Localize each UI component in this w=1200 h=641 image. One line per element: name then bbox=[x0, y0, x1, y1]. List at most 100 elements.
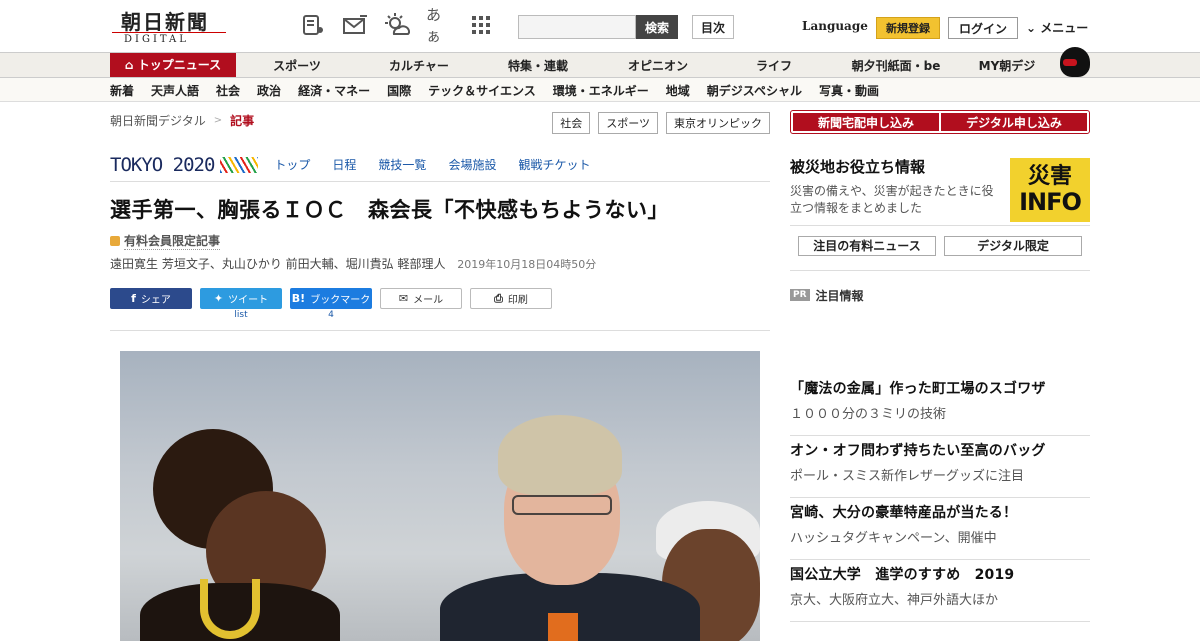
facebook-label: シェア bbox=[140, 295, 171, 306]
pr-item[interactable]: 宮崎、大分の豪華特産品が当たる！ ハッシュタグキャンペーン、開催中 bbox=[790, 498, 1090, 560]
nav-item-opinion[interactable]: オピニオン bbox=[596, 57, 720, 74]
nav-item-my-asadigi[interactable]: MY朝デジ bbox=[964, 57, 1050, 74]
hatena-count[interactable]: 4 bbox=[290, 310, 372, 322]
olympic-link-venues[interactable]: 会場施設 bbox=[448, 156, 496, 173]
pr-item-title: 宮崎、大分の豪華特産品が当たる！ bbox=[790, 505, 1018, 521]
menu-label: メニュー bbox=[1040, 21, 1089, 35]
nav2-item-special[interactable]: 朝デジスペシャル bbox=[707, 82, 802, 99]
nav2-item-economy[interactable]: 経済・マネー bbox=[298, 82, 370, 99]
pr-item[interactable]: 国公立大学 進学のすすめ 2019 京大、大阪府立大、神戸外語大ほか bbox=[790, 560, 1090, 622]
pr-item-subtitle: １０００分の３ミリの技術 bbox=[790, 407, 947, 422]
nav2-item-international[interactable]: 国際 bbox=[387, 82, 411, 99]
nav2-item-latest[interactable]: 新着 bbox=[110, 82, 134, 99]
twitter-share-button[interactable]: ✦ ツイート bbox=[200, 288, 282, 309]
byline: 遠田寛生 芳垣文子、丸山ひかり 前田大輔、堀川貴弘 軽部理人 2019年10月1… bbox=[110, 255, 770, 272]
menu-button[interactable]: ⌄ メニュー bbox=[1026, 19, 1088, 36]
article-photo bbox=[120, 351, 760, 641]
nav2-item-society[interactable]: 社会 bbox=[216, 82, 240, 99]
toc-button[interactable]: 目次 bbox=[692, 15, 734, 39]
olympic-link-top[interactable]: トップ bbox=[274, 156, 310, 173]
tag-sports[interactable]: スポーツ bbox=[598, 112, 658, 134]
print-button[interactable]: ⎙ 印刷 bbox=[470, 288, 552, 309]
tag-tokyo-olympics[interactable]: 東京オリンピック bbox=[666, 112, 770, 134]
nav-item-features[interactable]: 特集・連載 bbox=[480, 57, 596, 74]
nav2-item-tech[interactable]: テック＆サイエンス bbox=[428, 82, 536, 99]
twitter-icon: ✦ bbox=[213, 292, 224, 305]
secondary-nav: 新着 天声人語 社会 政治 経済・マネー 国際 テック＆サイエンス 環境・エネル… bbox=[0, 78, 1200, 102]
pr-list: 「魔法の金属」作った町工場のスゴワザ １０００分の３ミリの技術 オン・オフ問わず… bbox=[790, 374, 1090, 622]
nav-item-sports[interactable]: スポーツ bbox=[236, 57, 358, 74]
primary-nav: ⌂ トップニュース スポーツ カルチャー 特集・連載 オピニオン ライフ 朝夕刊… bbox=[0, 47, 1200, 78]
grid-icon[interactable] bbox=[468, 12, 494, 38]
divider bbox=[110, 330, 770, 331]
logo-japanese: 朝日新聞 bbox=[121, 10, 209, 34]
lock-icon bbox=[110, 236, 120, 246]
nav2-item-tenseijingo[interactable]: 天声人語 bbox=[151, 82, 199, 99]
disaster-info-badge: 災害 INFO bbox=[1010, 158, 1090, 222]
pr-item[interactable]: オン・オフ問わず持ちたい至高のバッグ ポール・スミス新作レザーグッズに注目 bbox=[790, 436, 1090, 498]
search-input[interactable] bbox=[518, 15, 636, 39]
tag-society[interactable]: 社会 bbox=[552, 112, 591, 134]
kana-icon[interactable]: あぁ bbox=[426, 6, 452, 45]
language-link[interactable]: Language bbox=[802, 19, 868, 33]
pr-item-title: オン・オフ問わず持ちたい至高のバッグ bbox=[790, 443, 1046, 459]
pr-item-title: 「魔法の金属」作った町工場のスゴワザ bbox=[790, 381, 1046, 397]
photo-figure bbox=[548, 613, 578, 641]
disaster-info-block[interactable]: 被災地お役立ち情報 災害の備えや、災害が起きたときに役立つ情報をまとめました 災… bbox=[790, 156, 1090, 226]
disaster-badge-top: 災害 bbox=[1027, 164, 1072, 189]
pr-header: PR 注目情報 bbox=[790, 285, 1090, 305]
disaster-badge-bottom: INFO bbox=[1019, 188, 1082, 216]
hatena-icon: B! bbox=[291, 292, 306, 305]
site-header: 朝日新聞 DIGITAL あぁ 検索 目次 Language 新規登録 ログイン… bbox=[0, 0, 1200, 52]
nav-item-paper[interactable]: 朝夕刊紙面・be bbox=[828, 57, 964, 74]
mail-share-button[interactable]: ✉ メール bbox=[380, 288, 462, 309]
search-button[interactable]: 検索 bbox=[636, 15, 678, 39]
sidebar-links: 注目の有料ニュース デジタル限定 bbox=[790, 236, 1090, 256]
nav-item-life[interactable]: ライフ bbox=[720, 57, 828, 74]
member-only-badge[interactable]: 有料会員限定記事 bbox=[110, 232, 770, 250]
olympic-link-tickets[interactable]: 観戦チケット bbox=[518, 156, 590, 173]
member-only-label: 有料会員限定記事 bbox=[124, 234, 221, 250]
nav2-item-politics[interactable]: 政治 bbox=[257, 82, 281, 99]
divider bbox=[790, 270, 1090, 271]
mail-icon[interactable] bbox=[342, 12, 368, 38]
paid-news-link[interactable]: 注目の有料ニュース bbox=[798, 236, 936, 256]
hatena-label: ブックマーク bbox=[310, 295, 371, 306]
nav2-item-environment[interactable]: 環境・エネルギー bbox=[553, 82, 649, 99]
login-button[interactable]: ログイン bbox=[948, 17, 1018, 39]
breadcrumb-home[interactable]: 朝日新聞デジタル bbox=[110, 112, 206, 129]
print-icon: ⎙ bbox=[494, 291, 503, 305]
nav-item-culture[interactable]: カルチャー bbox=[358, 57, 480, 74]
nav2-item-photo[interactable]: 写真・動画 bbox=[819, 82, 879, 99]
weather-icon[interactable] bbox=[384, 12, 410, 38]
subscribe-digital-button[interactable]: デジタル申し込み bbox=[941, 113, 1087, 131]
hatena-bookmark-button[interactable]: B! ブックマーク bbox=[290, 288, 372, 309]
tokyo2020-logo[interactable]: TOKYO 2020 bbox=[110, 154, 215, 176]
home-icon: ⌂ bbox=[124, 58, 134, 72]
twitter-count[interactable]: list bbox=[200, 310, 282, 322]
tool-icons: あぁ bbox=[300, 6, 494, 45]
pr-item-subtitle: ポール・スミス新作レザーグッズに注目 bbox=[790, 469, 1025, 484]
signup-button[interactable]: 新規登録 bbox=[876, 17, 940, 39]
logo-english: DIGITAL bbox=[124, 34, 189, 45]
font-size-icon[interactable] bbox=[300, 12, 326, 38]
mail-label: メール bbox=[413, 295, 444, 306]
nav-item-top-news[interactable]: ⌂ トップニュース bbox=[110, 53, 236, 77]
subscribe-paper-button[interactable]: 新聞宅配申し込み bbox=[793, 113, 939, 131]
authors: 遠田寛生 芳垣文子、丸山ひかり 前田大輔、堀川貴弘 軽部理人 bbox=[110, 257, 446, 271]
share-bar: f シェア ✦ ツイート B! ブックマーク ✉ メール ⎙ 印刷 bbox=[110, 288, 770, 310]
facebook-share-button[interactable]: f シェア bbox=[110, 288, 192, 309]
pr-item[interactable]: 「魔法の金属」作った町工場のスゴワザ １０００分の３ミリの技術 bbox=[790, 374, 1090, 436]
share-counts: list 4 bbox=[110, 310, 770, 322]
site-logo[interactable]: 朝日新聞 DIGITAL bbox=[110, 6, 226, 48]
photo-figure bbox=[512, 495, 612, 515]
nav2-item-region[interactable]: 地域 bbox=[666, 82, 690, 99]
article-headline: 選手第一、胸張るＩＯＣ 森会長「不快感もちようない」 bbox=[110, 198, 669, 222]
subscribe-bar: 新聞宅配申し込み デジタル申し込み bbox=[790, 110, 1090, 134]
olympic-link-events[interactable]: 競技一覧 bbox=[378, 156, 426, 173]
olympic-link-schedule[interactable]: 日程 bbox=[332, 156, 356, 173]
pr-heading: 注目情報 bbox=[815, 288, 864, 303]
mascot-icon[interactable] bbox=[1060, 47, 1090, 77]
breadcrumb-current: 記事 bbox=[230, 113, 255, 128]
digital-only-link[interactable]: デジタル限定 bbox=[944, 236, 1082, 256]
